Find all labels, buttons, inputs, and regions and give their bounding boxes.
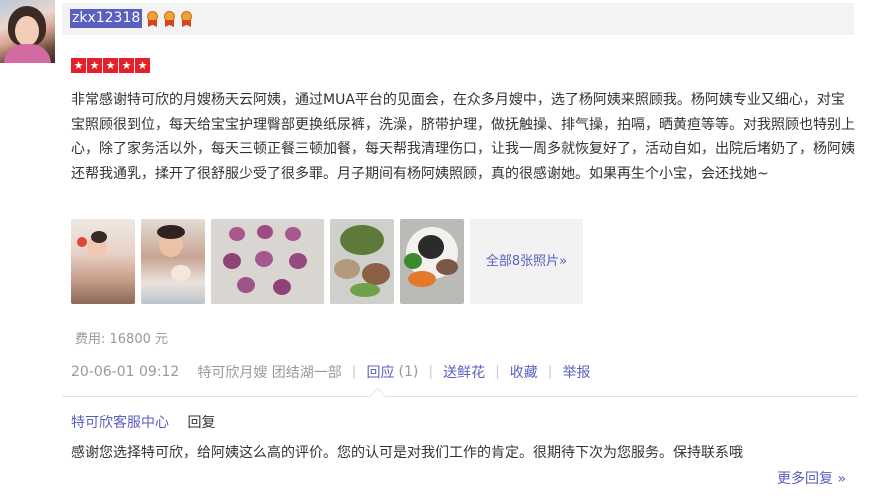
reply-count: (1) — [398, 364, 419, 380]
send-flower-link[interactable]: 送鲜花 — [443, 362, 485, 382]
favorite-link[interactable]: 收藏 — [510, 362, 538, 382]
star-rating: ★ ★ ★ ★ ★ — [71, 58, 150, 73]
all-photos-link[interactable]: 全部8张照片» — [470, 219, 583, 304]
divider — [62, 396, 858, 397]
review-photo-2[interactable] — [141, 219, 205, 304]
username-link[interactable]: zkx12318 — [70, 9, 143, 28]
reply-label: 回复 — [187, 415, 216, 431]
star-icon: ★ — [103, 58, 118, 73]
review-meta: 20-06-01 09:12 特可欣月嫂 团结湖一部 | 回应 (1) | 送鲜… — [71, 362, 591, 382]
medal-icon — [162, 11, 177, 27]
more-replies-link[interactable]: 更多回复 » — [777, 468, 846, 488]
reply-caret-icon — [369, 387, 386, 404]
reply-link[interactable]: 回应 — [367, 362, 395, 382]
star-icon: ★ — [135, 58, 150, 73]
review-photo-1[interactable] — [71, 219, 135, 304]
review-datetime: 20-06-01 09:12 — [71, 364, 180, 380]
photo-gallery: 全部8张照片» — [71, 219, 583, 304]
review-header-bar: zkx12318 — [62, 3, 854, 35]
shop-name: 特可欣月嫂 团结湖一部 — [197, 365, 342, 381]
star-icon: ★ — [71, 58, 86, 73]
review-text: 非常感谢特可欣的月嫂杨天云阿姨，通过MUA平台的见面会，在众多月嫂中，选了杨阿姨… — [71, 92, 855, 182]
star-icon: ★ — [87, 58, 102, 73]
review-photo-3[interactable] — [211, 219, 324, 304]
separator: | — [495, 364, 500, 380]
medal-icon — [145, 11, 160, 27]
reply-text: 感谢您选择特可欣，给阿姨这么高的评价。您的认可是对我们工作的肯定。很期待下次为您… — [71, 445, 743, 461]
user-avatar[interactable] — [0, 0, 55, 63]
report-link[interactable]: 举报 — [563, 362, 591, 382]
review-photo-5[interactable] — [400, 219, 464, 304]
separator: | — [547, 364, 553, 380]
star-icon: ★ — [119, 58, 134, 73]
user-medals — [145, 11, 194, 27]
separator: | — [351, 364, 357, 380]
reply-author-link[interactable]: 特可欣客服中心 — [71, 415, 169, 431]
separator: | — [428, 364, 434, 380]
medal-icon — [179, 11, 194, 27]
review-photo-4[interactable] — [330, 219, 394, 304]
fee-text: 费用: 16800 元 — [75, 332, 168, 347]
reply-header: 特可欣客服中心 回复 — [71, 412, 215, 432]
